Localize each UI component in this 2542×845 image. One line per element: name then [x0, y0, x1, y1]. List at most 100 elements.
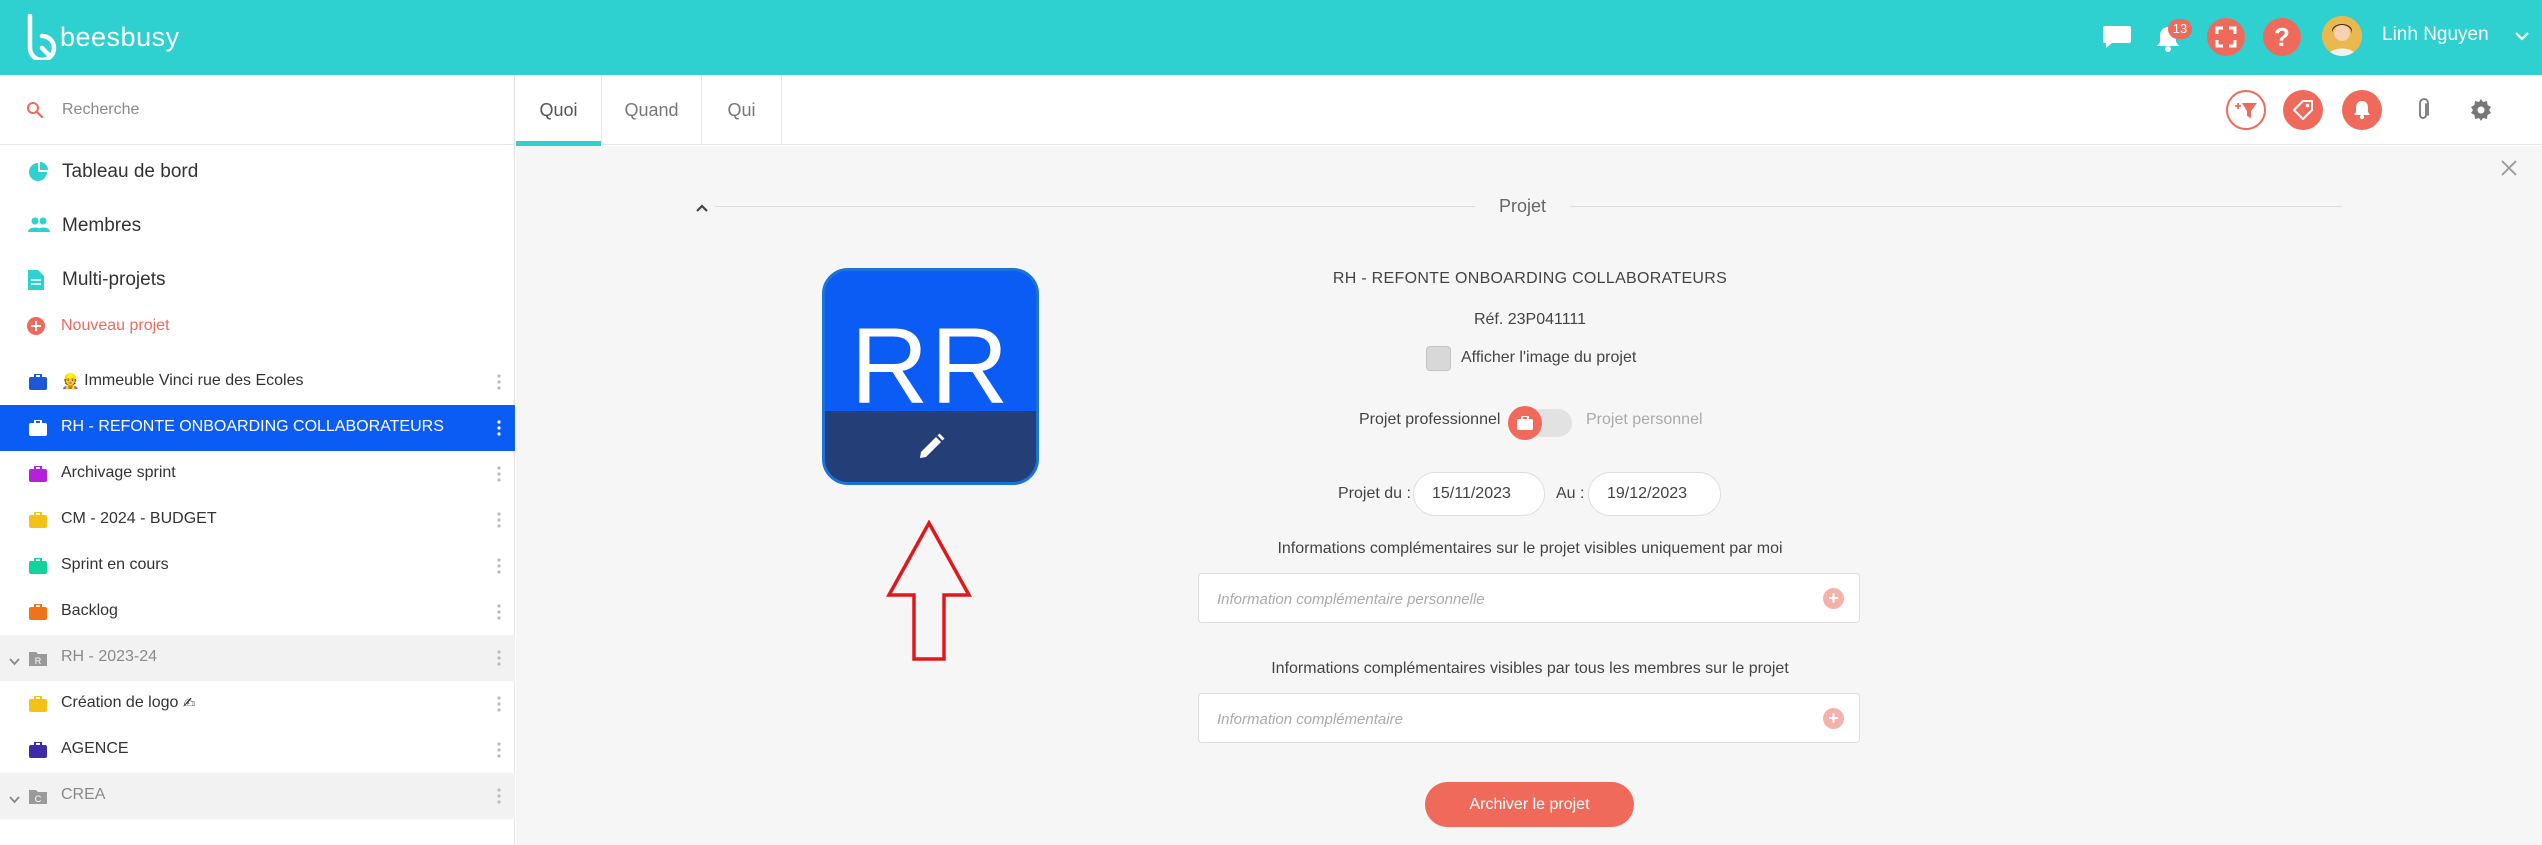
private-info-input[interactable] [1217, 587, 1797, 611]
more-options-icon[interactable] [496, 465, 502, 483]
project-item[interactable]: Backlog [0, 589, 515, 635]
add-private-info-icon[interactable]: + [1823, 588, 1844, 609]
attachment-icon [2419, 98, 2429, 119]
private-info-title: Informations complémentaires sur le proj… [1277, 540, 1783, 557]
chevron-down-icon[interactable] [9, 791, 20, 809]
chat-icon[interactable] [2102, 24, 2132, 55]
section-divider [1570, 206, 2342, 207]
add-filter-button[interactable] [2226, 90, 2266, 130]
chevron-down-icon[interactable] [2515, 28, 2529, 46]
project-item[interactable]: Création de logo ✍ [0, 681, 515, 727]
professional-label: Projet professionnel [1359, 411, 1501, 428]
project-label: Création de logo [61, 694, 179, 712]
folder-icon: C [29, 788, 47, 809]
writing-hand-emoji-icon: ✍ [182, 695, 196, 712]
add-public-info-icon[interactable]: + [1823, 708, 1844, 729]
project-item[interactable]: Sprint en cours [0, 543, 515, 589]
project-item[interactable]: Archivage sprint [0, 451, 515, 497]
tags-button[interactable] [2283, 90, 2323, 130]
tab-qui[interactable]: Qui [702, 75, 782, 145]
briefcase-icon [1517, 416, 1533, 430]
more-options-icon[interactable] [496, 649, 502, 667]
fullscreen-button[interactable] [2207, 18, 2245, 56]
briefcase-icon [29, 419, 47, 441]
collapse-section-icon[interactable] [695, 200, 709, 218]
project-label: Archivage sprint [61, 464, 176, 481]
project-name[interactable]: RH - REFONTE ONBOARDING COLLABORATEURS [1150, 270, 1910, 288]
public-info-input[interactable] [1217, 707, 1797, 731]
toggle-knob[interactable] [1508, 406, 1542, 440]
briefcase-icon [29, 373, 47, 395]
close-icon[interactable] [2501, 160, 2517, 181]
more-options-icon[interactable] [496, 511, 502, 529]
chevron-down-icon[interactable] [9, 653, 20, 671]
personal-label: Projet personnel [1586, 411, 1703, 428]
view-tabs-bar: Quoi Quand Qui [516, 75, 2542, 146]
private-info-field[interactable]: + [1198, 573, 1860, 623]
pencil-icon[interactable] [915, 431, 947, 468]
project-type-toggle[interactable] [1508, 404, 1576, 440]
more-options-icon[interactable] [496, 787, 502, 805]
dashboard-icon [28, 162, 48, 187]
project-item-active[interactable]: RH - REFONTE ONBOARDING COLLABORATEURS [0, 405, 515, 451]
date-to-input[interactable] [1588, 472, 1721, 516]
new-project-button[interactable]: Nouveau projet [0, 308, 515, 344]
user-name[interactable]: Linh Nguyen [2382, 24, 2489, 46]
public-info-field[interactable]: + [1198, 693, 1860, 743]
project-group[interactable]: C CREA [0, 773, 515, 819]
nav-item-multi-projects[interactable]: Multi-projets [0, 253, 515, 307]
search-icon [26, 101, 44, 124]
more-options-icon[interactable] [496, 603, 502, 621]
project-initials: RR [850, 305, 1011, 426]
tab-label: Qui [727, 99, 756, 120]
project-item[interactable]: 👷 Immeuble Vinci rue des Ecoles [0, 359, 515, 405]
logo-text: beesbusy [60, 21, 180, 52]
briefcase-icon [29, 511, 47, 533]
nav-item-members[interactable]: Membres [0, 199, 515, 253]
section-divider [715, 206, 1475, 207]
more-options-icon[interactable] [496, 419, 502, 437]
date-from-label: Projet du : [1338, 485, 1411, 502]
document-icon [28, 270, 44, 295]
project-item[interactable]: CM - 2024 - BUDGET [0, 497, 515, 543]
show-image-label: Afficher l'image du projet [1461, 349, 1637, 366]
settings-button[interactable] [2461, 90, 2501, 130]
group-label: RH - 2023-24 [61, 648, 158, 665]
more-options-icon[interactable] [496, 557, 502, 575]
folder-letter: C [35, 794, 42, 804]
tag-icon [2293, 100, 2313, 120]
expand-icon [2215, 26, 2237, 48]
project-group[interactable]: R RH - 2023-24 [0, 635, 515, 681]
project-label: CM - 2024 - BUDGET [61, 510, 217, 527]
project-image[interactable]: RR [822, 268, 1039, 485]
more-options-icon[interactable] [496, 695, 502, 713]
attachments-button[interactable] [2403, 90, 2443, 130]
nav-item-label: Tableau de bord [62, 161, 199, 182]
add-circle-icon [27, 317, 45, 340]
help-button[interactable]: ? [2263, 18, 2301, 56]
briefcase-icon [29, 603, 47, 625]
beesbusy-logo[interactable]: beesbusy [24, 13, 180, 63]
project-item[interactable]: AGENCE [0, 727, 515, 773]
show-image-checkbox[interactable] [1426, 346, 1451, 371]
date-to-label: Au : [1556, 485, 1585, 502]
logo-mark-icon [24, 13, 58, 63]
date-from-input[interactable] [1413, 472, 1545, 516]
folder-icon: R [29, 650, 47, 671]
worker-emoji-icon: 👷 [61, 373, 80, 390]
search-input[interactable] [62, 97, 482, 123]
avatar[interactable] [2322, 16, 2362, 56]
tab-quoi[interactable]: Quoi [516, 75, 602, 146]
tab-quand[interactable]: Quand [602, 75, 702, 145]
archive-project-button[interactable]: Archiver le projet [1425, 782, 1634, 827]
top-bar: beesbusy 13 ? Linh Nguyen [0, 0, 2542, 75]
nav-item-dashboard[interactable]: Tableau de bord [0, 145, 515, 199]
more-options-icon[interactable] [496, 741, 502, 759]
notification-icon [2354, 101, 2370, 120]
notifications-settings-button[interactable] [2342, 90, 2382, 130]
notifications-button[interactable]: 13 [2155, 19, 2192, 55]
briefcase-icon [29, 695, 47, 717]
notification-count-badge: 13 [2168, 19, 2192, 39]
more-options-icon[interactable] [496, 373, 502, 391]
nav-item-label: Multi-projets [62, 269, 166, 290]
